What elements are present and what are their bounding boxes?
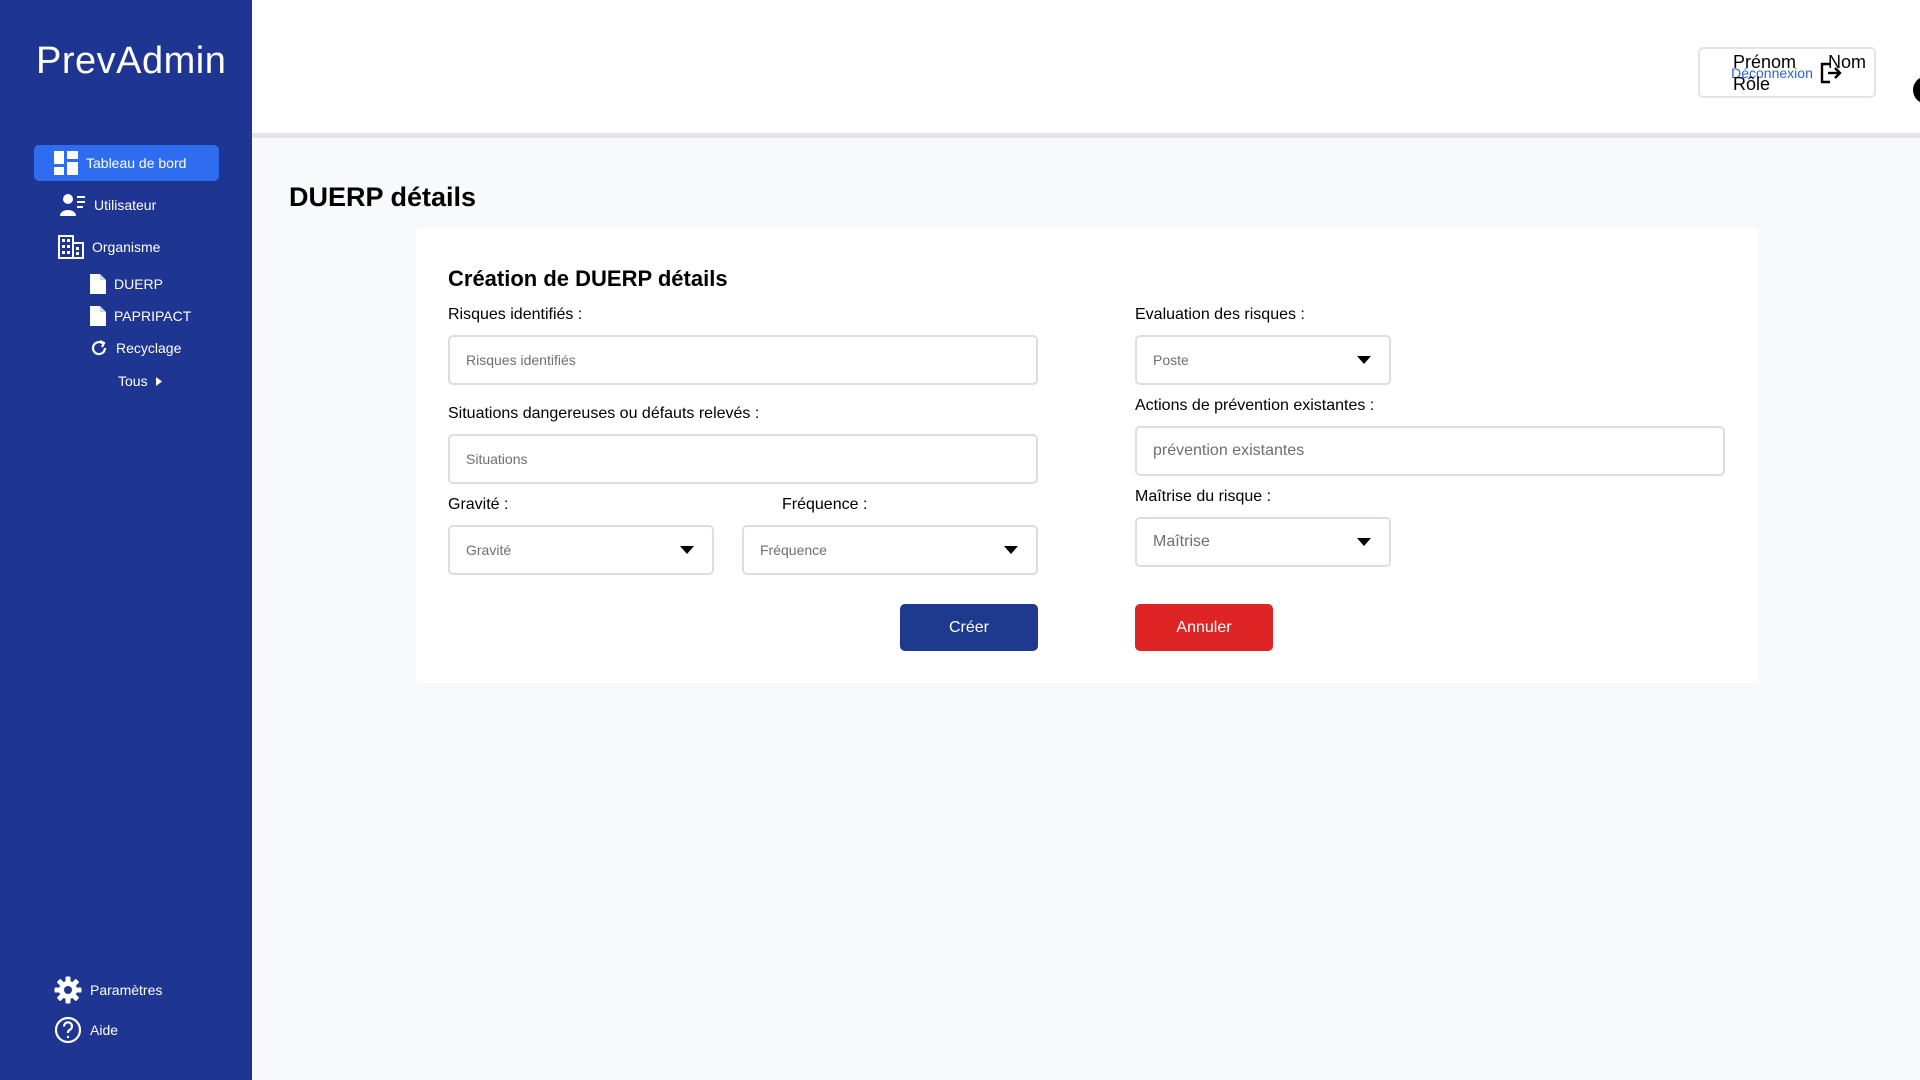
situations-label: Situations dangereuses ou défauts relevé… [448,405,760,422]
sidebar-item-aide[interactable]: Aide [54,1016,118,1044]
avatar [1912,42,1920,109]
actions-input[interactable]: prévention existantes [1135,426,1725,476]
top-header: Déconnexion [252,0,1920,138]
maitrise-select[interactable]: Maîtrise [1135,517,1391,567]
sidebar-item-label: Paramètres [90,982,163,998]
evaluation-value: Poste [1153,352,1189,368]
situations-input[interactable]: Situations [448,434,1038,484]
sidebar-item-label: Tableau de bord [86,155,187,171]
risques-input[interactable]: Risques identifiés [448,335,1038,385]
form-title: Création de DUERP détails [448,266,728,291]
gravite-select[interactable]: Gravité [448,525,714,575]
user-role: Rôle [1733,74,1771,94]
sidebar-item-label: Aide [90,1022,119,1038]
sidebar-item-parametres[interactable]: Paramètres [54,976,162,1004]
dashboard-icon [54,151,78,175]
chevron-down-icon [1357,538,1371,546]
user-first-name: Prénom [1733,52,1797,72]
sidebar-item-tous[interactable]: Tous [118,370,162,392]
sidebar: PrevAdmin Tableau de bord Utilisateur Or… [0,0,252,1080]
user-last-name: Nom [1828,52,1867,72]
frequence-label: Fréquence : [782,496,868,513]
risques-label: Risques identifiés : [448,306,583,323]
sidebar-item-papripact[interactable]: PAPRIPACT [90,305,191,327]
sidebar-item-label: Organisme [92,239,161,255]
maitrise-label: Maîtrise du risque : [1135,488,1272,505]
document-icon [90,306,106,326]
create-button[interactable]: Créer [900,604,1038,651]
chevron-down-icon [680,546,694,554]
gravite-value: Gravité [466,542,512,558]
maitrise-value: Maîtrise [1153,533,1210,550]
frequence-select[interactable]: Fréquence [742,525,1038,575]
gravite-label: Gravité : [448,496,509,513]
sidebar-item-dashboard[interactable]: Tableau de bord [34,145,219,181]
gear-icon [54,976,82,1004]
frequence-value: Fréquence [760,542,827,558]
sidebar-item-label: DUERP [114,276,164,292]
sidebar-item-label: Tous [118,373,148,389]
sidebar-item-utilisateur[interactable]: Utilisateur [60,190,156,220]
document-icon [90,274,106,294]
user-list-icon [60,193,86,217]
refresh-icon [90,339,108,357]
sidebar-item-recyclage[interactable]: Recyclage [90,337,181,359]
sidebar-item-duerp[interactable]: DUERP [90,273,163,295]
building-icon [58,235,84,259]
sidebar-item-label: Recyclage [116,340,182,356]
page-title: DUERP détails [289,182,477,212]
help-icon [54,1016,82,1044]
chevron-down-icon [1004,546,1018,554]
sidebar-item-label: Utilisateur [94,197,157,213]
evaluation-label: Evaluation des risques : [1135,306,1305,323]
actions-label: Actions de prévention existantes : [1135,397,1375,414]
user-avatar-icon [1913,77,1920,103]
cancel-button[interactable]: Annuler [1135,604,1273,651]
evaluation-select[interactable]: Poste [1135,335,1391,385]
chevron-down-icon [1357,356,1371,364]
brand-logo: PrevAdmin [36,40,227,82]
caret-right-icon [155,376,162,386]
sidebar-item-organisme[interactable]: Organisme [58,232,160,262]
sidebar-item-label: PAPRIPACT [114,308,192,324]
